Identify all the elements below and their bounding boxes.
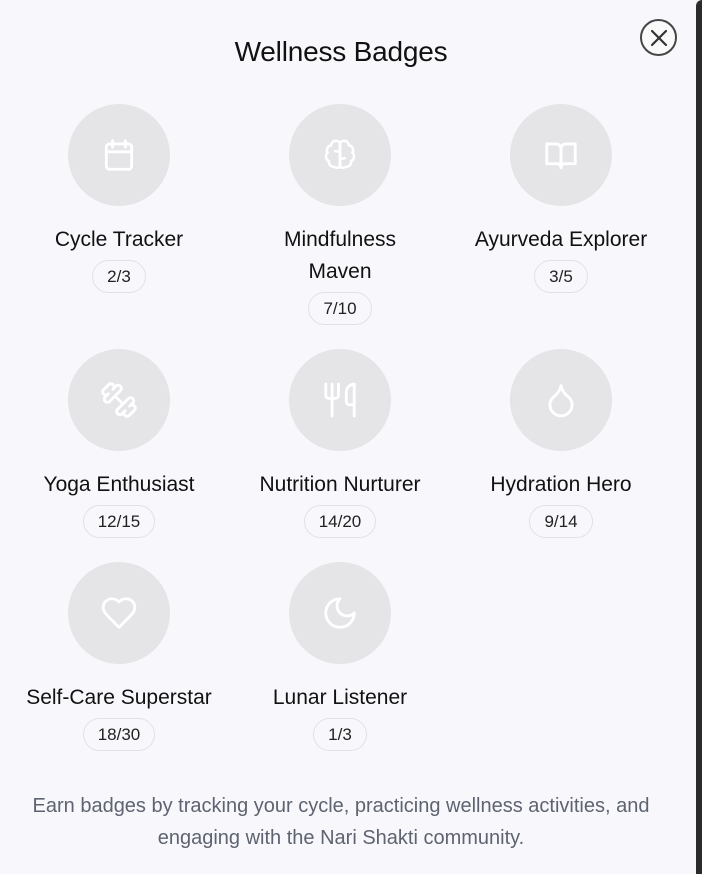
badge-name: Hydration Hero — [490, 473, 632, 496]
badge-yoga-enthusiast[interactable]: Yoga Enthusiast 12/15 — [9, 349, 229, 538]
dumbbell-icon — [101, 382, 137, 418]
badge-name: Lunar Listener — [272, 686, 408, 709]
badge-progress: 12/15 — [82, 505, 156, 538]
badge-icon-circle — [510, 349, 612, 451]
badge-icon-circle — [289, 562, 391, 664]
calendar-icon — [104, 139, 134, 171]
badge-hydration-hero[interactable]: Hydration Hero 9/14 — [451, 349, 671, 538]
badge-icon-circle — [68, 562, 170, 664]
droplet-icon — [548, 384, 574, 418]
heart-icon — [101, 597, 137, 629]
moon-icon — [324, 597, 356, 629]
badge-name: Ayurveda Explorer — [474, 228, 648, 251]
badge-name: Yoga Enthusiast — [43, 473, 195, 496]
badge-cycle-tracker[interactable]: Cycle Tracker 2/3 — [9, 104, 229, 293]
utensils-icon — [324, 382, 356, 418]
badge-mindfulness-maven[interactable]: Mindfulness Maven 7/10 — [230, 104, 450, 325]
badge-icon-circle — [289, 349, 391, 451]
badge-progress: 7/10 — [308, 292, 372, 325]
badge-icon-circle — [510, 104, 612, 206]
badge-self-care-superstar[interactable]: Self-Care Superstar 18/30 — [9, 562, 229, 751]
badge-progress: 3/5 — [534, 260, 588, 293]
brain-icon — [324, 139, 356, 170]
badge-icon-circle — [68, 349, 170, 451]
badge-icon-circle — [68, 104, 170, 206]
modal-title: Wellness Badges — [234, 36, 448, 67]
badge-name: Nutrition Nurturer — [259, 473, 421, 496]
badge-nutrition-nurturer[interactable]: Nutrition Nurturer 14/20 — [230, 349, 450, 538]
badge-progress: 9/14 — [529, 505, 593, 538]
badge-name: Cycle Tracker — [54, 228, 184, 251]
badge-progress: 1/3 — [313, 718, 367, 751]
footer-description: Earn badges by tracking your cycle, prac… — [32, 795, 650, 849]
badge-lunar-listener[interactable]: Lunar Listener 1/3 — [230, 562, 450, 751]
badge-name: Mindfulness Maven — [283, 228, 397, 283]
badge-name: Self-Care Superstar — [26, 686, 212, 709]
badge-progress: 2/3 — [92, 260, 146, 293]
wellness-badges-modal: Wellness Badges Cycle Tracker 2/3 Mindfu… — [0, 0, 702, 874]
badge-icon-circle — [289, 104, 391, 206]
badge-progress: 14/20 — [303, 505, 377, 538]
badge-ayurveda-explorer[interactable]: Ayurveda Explorer 3/5 — [451, 104, 671, 293]
window-edge — [696, 0, 702, 874]
badge-progress: 18/30 — [82, 718, 156, 751]
book-icon — [545, 142, 577, 170]
